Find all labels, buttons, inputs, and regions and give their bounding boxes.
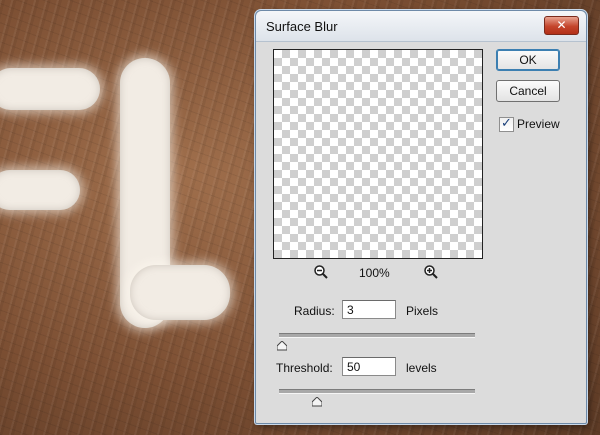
surface-blur-dialog: Surface Blur ✕ 100% OK Cancel ✓ Preview … [255, 10, 587, 424]
checkbox-box[interactable]: ✓ [499, 115, 514, 132]
close-button[interactable]: ✕ [544, 16, 579, 35]
zoom-in-icon[interactable] [423, 264, 439, 280]
zoom-out-icon[interactable] [313, 264, 329, 280]
dialog-titlebar[interactable]: Surface Blur ✕ [256, 11, 586, 42]
ok-button[interactable]: OK [496, 49, 560, 71]
radius-unit: Pixels [406, 304, 439, 318]
radius-input[interactable]: 3 [342, 300, 396, 319]
close-icon: ✕ [556, 18, 567, 32]
salt-stroke-top [0, 68, 100, 110]
threshold-unit: levels [406, 361, 437, 375]
zoom-level: 100% [359, 266, 390, 280]
cancel-button[interactable]: Cancel [496, 80, 560, 102]
radius-label: Radius: [294, 304, 335, 318]
preview-label: Preview [517, 117, 560, 131]
threshold-label: Threshold: [276, 361, 333, 375]
zoom-controls: 100% [273, 263, 483, 283]
dialog-title: Surface Blur [266, 19, 338, 34]
threshold-slider-track[interactable] [279, 389, 475, 407]
salt-stroke-hook [130, 265, 230, 320]
preview-area[interactable] [273, 49, 483, 259]
threshold-slider-thumb[interactable] [311, 394, 323, 407]
checkmark-icon: ✓ [501, 115, 512, 130]
threshold-input[interactable]: 50 [342, 357, 396, 376]
radius-slider-thumb[interactable] [276, 338, 288, 351]
radius-slider-track[interactable] [276, 333, 475, 351]
salt-stroke-middle [0, 170, 80, 210]
